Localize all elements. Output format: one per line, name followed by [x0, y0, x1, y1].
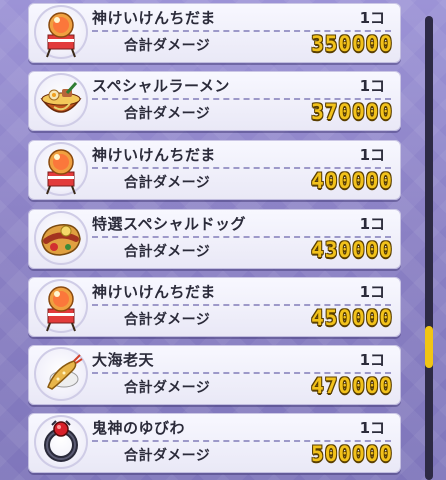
divine-exp-orb-icon	[34, 142, 88, 196]
list-item[interactable]: 大海老天 1コ 合計ダメージ 470000	[28, 345, 401, 405]
damage-value: 470000	[311, 374, 393, 398]
item-name: 大海老天	[92, 351, 155, 369]
item-quantity: 1コ	[359, 283, 385, 301]
divine-exp-orb-icon	[34, 279, 88, 333]
divine-exp-orb-icon	[34, 5, 88, 59]
item-name: 神けいけんちだま	[92, 146, 216, 164]
list-item[interactable]: 神けいけんちだま 1コ 合計ダメージ 350000	[28, 3, 401, 63]
list-item[interactable]: スペシャルラーメン 1コ 合計ダメージ 370000	[28, 71, 401, 131]
item-quantity: 1コ	[359, 215, 385, 233]
item-quantity: 1コ	[359, 146, 385, 164]
damage-label: 合計ダメージ	[124, 380, 211, 396]
damage-label: 合計ダメージ	[124, 175, 211, 191]
damage-label: 合計ダメージ	[124, 448, 211, 464]
item-name: 神けいけんちだま	[92, 283, 216, 301]
shrimp-tempura-icon	[34, 347, 88, 401]
item-quantity: 1コ	[359, 419, 385, 437]
damage-value: 370000	[311, 100, 393, 124]
scrollbar-thumb[interactable]	[425, 326, 433, 368]
item-quantity: 1コ	[359, 9, 385, 27]
list-item[interactable]: 特選スペシャルドッグ 1コ 合計ダメージ 430000	[28, 209, 401, 269]
damage-label: 合計ダメージ	[124, 244, 211, 260]
scrollbar[interactable]	[425, 16, 433, 480]
item-quantity: 1コ	[359, 77, 385, 95]
damage-value: 500000	[311, 442, 393, 466]
list-item[interactable]: 神けいけんちだま 1コ 合計ダメージ 400000	[28, 140, 401, 200]
item-quantity: 1コ	[359, 351, 385, 369]
damage-value: 450000	[311, 306, 393, 330]
damage-label: 合計ダメージ	[124, 312, 211, 328]
damage-label: 合計ダメージ	[124, 38, 211, 54]
damage-value: 430000	[311, 238, 393, 262]
list-item[interactable]: 神けいけんちだま 1コ 合計ダメージ 450000	[28, 277, 401, 337]
damage-value: 400000	[311, 169, 393, 193]
damage-label: 合計ダメージ	[124, 106, 211, 122]
item-name: 特選スペシャルドッグ	[92, 215, 246, 233]
reward-list: 神けいけんちだま 1コ 合計ダメージ 350000 スペシャルラーメン 1コ 合…	[0, 0, 446, 480]
item-name: 鬼神のゆびわ	[92, 419, 186, 437]
damage-value: 350000	[311, 32, 393, 56]
hot-dog-icon	[34, 211, 88, 265]
list-item[interactable]: 鬼神のゆびわ 1コ 合計ダメージ 500000	[28, 413, 401, 473]
ramen-bowl-icon	[34, 73, 88, 127]
oni-ring-icon	[34, 415, 88, 469]
item-name: 神けいけんちだま	[92, 9, 216, 27]
item-name: スペシャルラーメン	[92, 77, 230, 95]
